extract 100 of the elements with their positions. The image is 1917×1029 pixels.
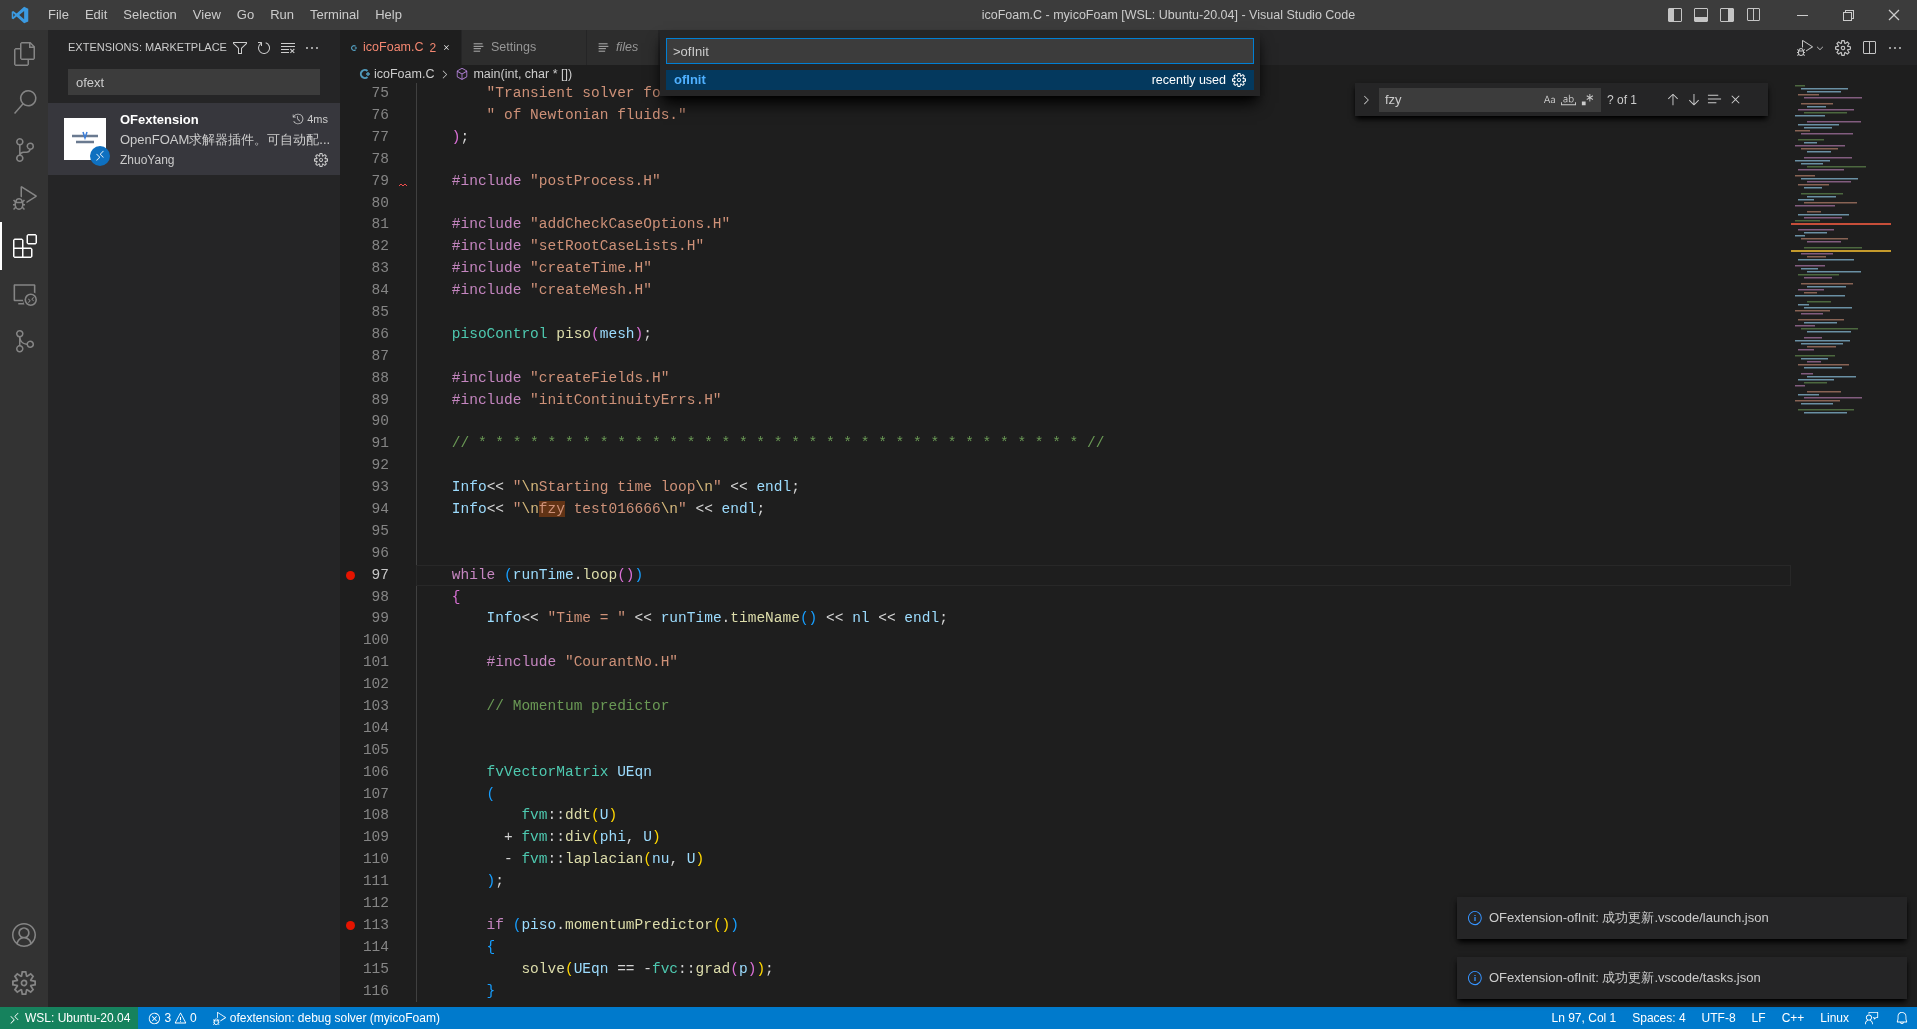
status-item[interactable]: C++ bbox=[1773, 1009, 1813, 1027]
sidebar-toggle-icon[interactable] bbox=[1667, 7, 1683, 23]
menu-item[interactable]: Terminal bbox=[302, 5, 368, 25]
status-item[interactable]: Linux bbox=[1812, 1009, 1857, 1027]
status-item[interactable]: UTF-8 bbox=[1693, 1009, 1744, 1027]
code-line: Info<< "\nStarting time loop\n" << endl; bbox=[450, 478, 800, 498]
refresh-icon[interactable] bbox=[256, 39, 272, 56]
code-line: " of Newtonian fluids." bbox=[485, 105, 687, 125]
extension-name: OFextension bbox=[120, 110, 200, 129]
code-line: #include "initContinuityErrs.H" bbox=[450, 390, 722, 410]
feedback-icon[interactable] bbox=[1865, 1011, 1879, 1025]
code-line: { bbox=[450, 587, 461, 607]
filter-icon[interactable] bbox=[232, 39, 248, 56]
history-icon bbox=[292, 113, 305, 126]
run-debug-icon[interactable] bbox=[1797, 39, 1813, 56]
debug-icon[interactable] bbox=[212, 1011, 226, 1025]
status-item[interactable]: Ln 97, Col 1 bbox=[1543, 1009, 1625, 1027]
line-number: 88 bbox=[370, 368, 389, 388]
debug-configuration[interactable]: ofextension: debug solver (myicoFoam) bbox=[229, 1009, 440, 1027]
line-number: 108 bbox=[361, 806, 389, 826]
code-line: ); bbox=[450, 127, 470, 147]
line-number: 105 bbox=[361, 740, 389, 760]
match-count: ? of 1 bbox=[1607, 91, 1639, 109]
settings-icon[interactable] bbox=[1835, 39, 1851, 56]
editor-tab[interactable]: icoFoam.C 2 bbox=[340, 30, 462, 65]
search-icon bbox=[13, 90, 37, 114]
restore-icon[interactable] bbox=[1840, 7, 1856, 23]
editor-tab[interactable]: Settings bbox=[462, 30, 587, 65]
command-detail: recently used bbox=[1151, 71, 1226, 89]
menu-item[interactable]: Help bbox=[367, 5, 410, 25]
menu-item[interactable]: View bbox=[184, 5, 229, 25]
line-number: 97 bbox=[370, 565, 389, 585]
code-line: Info<< "Time = " << runTime.timeName() << nl << endl; bbox=[485, 609, 948, 629]
line-number: 90 bbox=[370, 412, 389, 432]
whole-word-icon[interactable] bbox=[1561, 92, 1576, 107]
split-editor-icon[interactable] bbox=[1861, 39, 1877, 56]
close-icon[interactable] bbox=[1886, 7, 1902, 23]
code-line: Info<< "\nfzy test016666\n" << endl; bbox=[450, 499, 766, 519]
code-line: fvVectorMatrix UEqn bbox=[485, 762, 652, 782]
line-number: 95 bbox=[370, 521, 389, 541]
menu-item[interactable]: Edit bbox=[76, 5, 116, 25]
line-number: 111 bbox=[361, 872, 389, 892]
bell-icon[interactable] bbox=[1895, 1011, 1909, 1025]
code-line: ( bbox=[485, 784, 496, 804]
breakpoint-icon[interactable] bbox=[345, 571, 355, 581]
status-item[interactable]: LF bbox=[1743, 1009, 1774, 1027]
command-input[interactable]: >ofInit bbox=[666, 38, 1254, 64]
menu-item[interactable]: Go bbox=[228, 5, 263, 25]
line-number: 116 bbox=[361, 981, 389, 1001]
command-item[interactable]: ofInit recently used bbox=[666, 70, 1254, 90]
breakpoint-icon[interactable] bbox=[345, 921, 355, 931]
line-number: 110 bbox=[361, 850, 389, 870]
file-icon bbox=[597, 41, 610, 54]
account-icon[interactable] bbox=[12, 923, 36, 947]
code-line: while (runTime.loop()) bbox=[450, 565, 644, 585]
warning-count[interactable]: 0 bbox=[190, 1009, 197, 1027]
notification-message: OFextension-ofInit: 成功更新.vscode/tasks.json bbox=[1489, 969, 1761, 988]
regex-icon[interactable] bbox=[1580, 92, 1595, 107]
info-icon bbox=[1467, 970, 1483, 986]
line-number: 81 bbox=[370, 215, 389, 235]
layout-icon[interactable] bbox=[1745, 7, 1761, 23]
code-line: #include "createMesh.H" bbox=[450, 281, 652, 301]
extensions-icon bbox=[13, 234, 37, 258]
line-number: 83 bbox=[370, 259, 389, 279]
secondary-sidebar-icon[interactable] bbox=[1719, 7, 1735, 23]
error-count[interactable]: 3 bbox=[164, 1009, 172, 1027]
c-file-icon bbox=[358, 68, 370, 80]
line-number: 78 bbox=[370, 149, 389, 169]
line-number: 94 bbox=[370, 500, 389, 519]
sidebar-title: EXTENSIONS: MARKETPLACE bbox=[68, 40, 228, 56]
code-line: // Momentum predictor bbox=[485, 697, 670, 716]
warning-icon[interactable] bbox=[174, 1011, 188, 1025]
code-line: pisoControl piso(mesh); bbox=[450, 324, 652, 344]
line-number: 109 bbox=[361, 828, 389, 848]
extension-author: ZhuoYang bbox=[120, 151, 176, 169]
code-line: // * * * * * * * * * * * * * * * * * * * * * * * * * * * * * * * * * * * // bbox=[450, 434, 1105, 454]
breadcrumb-item[interactable]: main(int, char * []) bbox=[473, 64, 573, 84]
remote-indicator[interactable]: WSL: Ubuntu-20.04 bbox=[0, 1007, 139, 1029]
editor-tab[interactable]: files bbox=[587, 30, 659, 65]
settings-icon[interactable] bbox=[314, 152, 328, 167]
code-line: if (piso.momentumPredictor()) bbox=[485, 915, 739, 935]
menu-item[interactable]: Selection bbox=[115, 5, 185, 25]
menu-item[interactable]: Run bbox=[262, 5, 302, 25]
breadcrumb-item[interactable]: icoFoam.C bbox=[374, 64, 435, 84]
extension-item[interactable]: OFextension 4ms OpenFOAM求解器插件。可自动配... ZhuoYang bbox=[48, 103, 340, 175]
panel-toggle-icon[interactable] bbox=[1693, 7, 1709, 23]
line-number: 80 bbox=[370, 193, 389, 213]
line-number: 93 bbox=[370, 478, 389, 498]
line-number: 77 bbox=[370, 127, 389, 147]
line-number: 112 bbox=[361, 894, 389, 913]
error-icon[interactable] bbox=[148, 1011, 162, 1025]
search-field[interactable]: ofext bbox=[68, 69, 320, 95]
git-graph-icon bbox=[13, 330, 37, 354]
line-number: 96 bbox=[370, 543, 389, 563]
extension-description: OpenFOAM求解器插件。可自动配... bbox=[120, 131, 328, 149]
status-item[interactable]: Spaces: 4 bbox=[1624, 1009, 1694, 1027]
menu-item[interactable]: File bbox=[40, 5, 77, 25]
line-number: 99 bbox=[370, 609, 389, 629]
window-title: icoFoam.C - myicoFoam [WSL: Ubuntu-20.04] - Visual Studio Code bbox=[981, 6, 1356, 24]
settings-icon[interactable] bbox=[1232, 73, 1246, 87]
